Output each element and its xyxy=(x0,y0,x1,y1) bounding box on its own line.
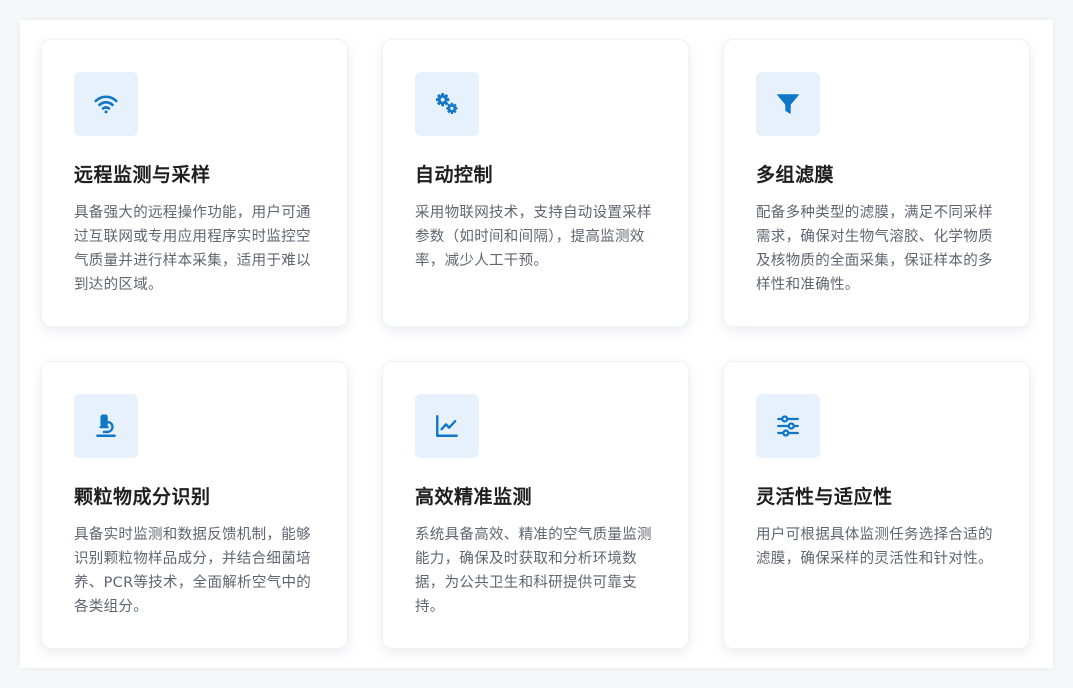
card-title: 自动控制 xyxy=(415,164,494,186)
feature-card-particle-identification: 颗粒物成分识别 具备实时监测和数据反馈机制，能够识别颗粒物样品成分，并结合细菌培… xyxy=(41,361,348,649)
icon-badge xyxy=(756,394,820,458)
filter-icon xyxy=(777,94,799,114)
feature-card-flexibility: 灵活性与适应性 用户可根据具体监测任务选择合适的滤膜，确保采样的灵活性和针对性。 xyxy=(723,361,1030,649)
icon-badge xyxy=(415,72,479,136)
icon-badge xyxy=(74,394,138,458)
microscope-icon xyxy=(96,414,116,437)
feature-card-multi-filter: 多组滤膜 配备多种类型的滤膜，满足不同采样需求，确保对生物气溶胶、化学物质及核物… xyxy=(723,39,1030,327)
icon-badge xyxy=(415,394,479,458)
card-title: 多组滤膜 xyxy=(756,164,835,186)
feature-card-auto-control: 自动控制 采用物联网技术，支持自动设置采样参数（如时间和间隔），提高监测效率，减… xyxy=(382,39,689,327)
card-title: 远程监测与采样 xyxy=(74,164,211,186)
card-description: 配备多种类型的滤膜，满足不同采样需求，确保对生物气溶胶、化学物质及核物质的全面采… xyxy=(756,205,993,293)
feature-card-remote-monitoring: 远程监测与采样 具备强大的远程操作功能，用户可通过互联网或专用应用程序实时监控空… xyxy=(41,39,348,327)
icon-badge xyxy=(74,72,138,136)
features-panel: 远程监测与采样 具备强大的远程操作功能，用户可通过互联网或专用应用程序实时监控空… xyxy=(20,20,1053,668)
card-title: 颗粒物成分识别 xyxy=(74,486,211,508)
line-chart-icon xyxy=(436,415,458,437)
card-description: 用户可根据具体监测任务选择合适的滤膜，确保采样的灵活性和针对性。 xyxy=(756,527,993,567)
card-description: 具备实时监测和数据反馈机制，能够识别颗粒物样品成分，并结合细菌培养、PCR等技术… xyxy=(74,527,312,615)
wifi-icon xyxy=(94,95,118,114)
feature-card-precise-monitoring: 高效精准监测 系统具备高效、精准的空气质量监测能力，确保及时获取和分析环境数据，… xyxy=(382,361,689,649)
card-description: 具备强大的远程操作功能，用户可通过互联网或专用应用程序实时监控空气质量并进行样本… xyxy=(74,205,311,293)
feature-grid: 远程监测与采样 具备强大的远程操作功能，用户可通过互联网或专用应用程序实时监控空… xyxy=(41,39,1031,649)
sliders-icon xyxy=(777,415,799,437)
gears-icon xyxy=(435,92,458,114)
icon-badge xyxy=(756,72,820,136)
card-title: 高效精准监测 xyxy=(415,486,533,508)
card-description: 采用物联网技术，支持自动设置采样参数（如时间和间隔），提高监测效率，减少人工干预… xyxy=(415,205,652,269)
card-title: 灵活性与适应性 xyxy=(756,486,893,508)
card-description: 系统具备高效、精准的空气质量监测能力，确保及时获取和分析环境数据，为公共卫生和科… xyxy=(415,527,652,615)
